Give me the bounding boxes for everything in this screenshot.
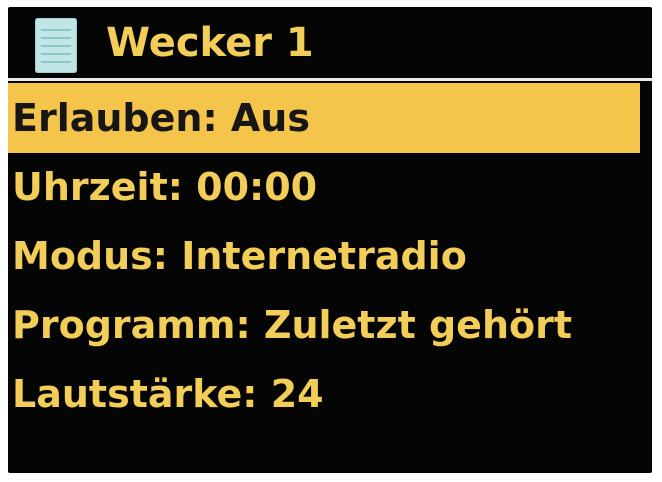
- alarm-menu: Erlauben: Aus Uhrzeit: 00:00 Modus: Inte…: [8, 83, 652, 429]
- menu-item-mode[interactable]: Modus: Internetradio: [8, 222, 640, 291]
- menu-item-label: Programm: Zuletzt gehört: [12, 303, 573, 347]
- menu-item-label: Lautstärke: 24: [12, 372, 324, 416]
- menu-item-label: Modus: Internetradio: [12, 234, 467, 278]
- menu-item-enable-alarm[interactable]: Erlauben: Aus: [8, 83, 640, 153]
- page-title: Wecker 1: [106, 20, 314, 66]
- menu-item-time[interactable]: Uhrzeit: 00:00: [8, 153, 640, 222]
- menu-item-label: Uhrzeit: 00:00: [12, 165, 318, 209]
- menu-item-label: Erlauben: Aus: [12, 96, 310, 140]
- menu-item-program[interactable]: Programm: Zuletzt gehört: [8, 291, 640, 360]
- alarm-settings-screen: Wecker 1 Erlauben: Aus Uhrzeit: 00:00 Mo…: [8, 7, 652, 473]
- list-icon: [35, 18, 77, 73]
- title-divider: [8, 78, 652, 81]
- menu-item-volume[interactable]: Lautstärke: 24: [8, 360, 640, 429]
- title-bar: Wecker 1: [8, 7, 652, 79]
